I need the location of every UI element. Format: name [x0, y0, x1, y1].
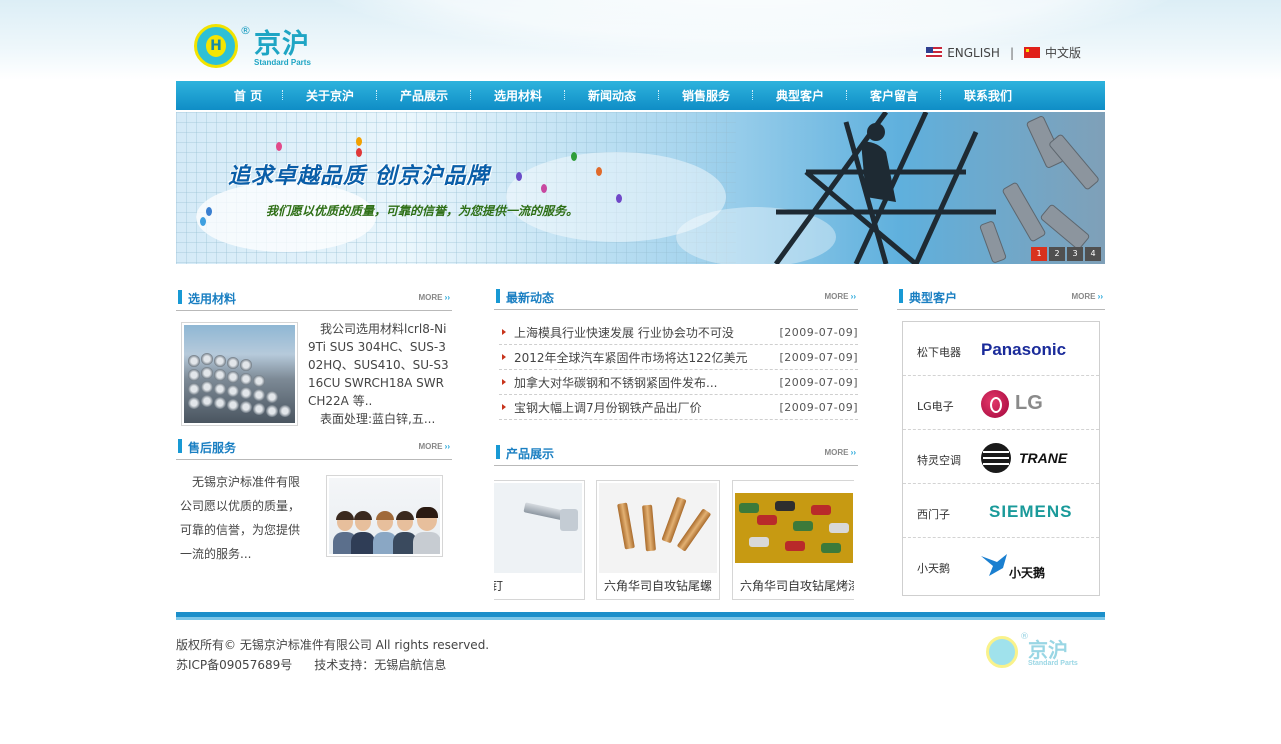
bullet-arrow-icon: [502, 404, 506, 410]
bullet-arrow-icon: [502, 379, 506, 385]
materials-more-link[interactable]: MORE ››: [418, 293, 450, 302]
footer-support: 技术支持：无锡启航信息: [314, 658, 447, 672]
cn-flag-icon: [1023, 47, 1040, 58]
slide-2-button[interactable]: 2: [1049, 247, 1065, 261]
lg-logo-icon: [981, 390, 1009, 418]
tower-worker-image: [773, 112, 1099, 264]
materials-description: 我公司选用材料lcrl8-Ni9Ti SUS 304HC、SUS-302HQ、S…: [308, 322, 449, 426]
slide-1-button[interactable]: 1: [1031, 247, 1047, 261]
materials-title: 选用材料: [188, 292, 237, 306]
nav-materials[interactable]: 选用材料: [471, 87, 565, 104]
site-logo[interactable]: H ® 京沪 Standard Parts: [194, 22, 334, 72]
service-team-image[interactable]: [326, 475, 443, 557]
siemens-logo: SIEMENS: [989, 502, 1073, 521]
us-flag-icon: [926, 47, 943, 58]
materials-image[interactable]: [181, 322, 298, 426]
logo-text-cn: 京沪: [254, 29, 310, 60]
page: H ® 京沪 Standard Parts ENGLISH | 中文版 首 页 …: [0, 0, 1281, 744]
nav-contact[interactable]: 联系我们: [941, 87, 1035, 104]
logo-text-en: Standard Parts: [254, 58, 311, 67]
trane-logo-icon: [981, 443, 1011, 473]
nav-sales-service[interactable]: 销售服务: [659, 87, 753, 104]
client-item-littleswan[interactable]: 小天鹅 小天鹅: [903, 538, 1099, 592]
news-list: 上海模具行业快速发展 行业协会功不可没 [2009-07-09] 2012年全球汽…: [499, 320, 858, 420]
footer-divider: [176, 612, 1105, 620]
footer-copyright: 版权所有© 无锡京沪标准件有限公司 All rights reserved.: [176, 638, 490, 652]
logo-registered-mark: ®: [240, 24, 251, 37]
nav-home[interactable]: 首 页: [213, 87, 283, 104]
service-description: 无锡京沪标准件有限公司愿以优质的质量，可靠的信誉，为您提供一流的服务...: [180, 475, 301, 561]
slide-4-button[interactable]: 4: [1085, 247, 1101, 261]
nav-about[interactable]: 关于京沪: [283, 87, 377, 104]
products-more-link[interactable]: MORE ››: [824, 448, 856, 457]
bullet-arrow-icon: [502, 354, 506, 360]
nav-clients[interactable]: 典型客户: [753, 87, 847, 104]
footer-logo: ® 京沪 Standard Parts: [986, 632, 1086, 670]
products-carousel: 六角头带垫自钻钉 六角华司自攻钻尾螺 六角华司: [494, 480, 854, 600]
client-item-trane[interactable]: 特灵空调 TRANE: [903, 430, 1099, 484]
header-background: [0, 0, 1281, 80]
product-caption: 六角头带垫自钻钉: [494, 579, 504, 593]
news-item[interactable]: 宝钢大幅上调7月份钢铁产品出厂价 [2009-07-09]: [499, 395, 858, 420]
client-item-panasonic[interactable]: 松下电器 Panasonic: [903, 322, 1099, 376]
main-nav: 首 页 关于京沪 产品展示 选用材料 新闻动态 销售服务 典型客户 客户留言 联…: [176, 81, 1105, 110]
banner-subline: 我们愿以优质的质量，可靠的信誉，为您提供一流的服务。: [266, 204, 579, 218]
news-title: 最新动态: [506, 291, 555, 305]
service-title: 售后服务: [188, 441, 237, 455]
nav-guestbook[interactable]: 客户留言: [847, 87, 941, 104]
panasonic-logo: Panasonic: [981, 340, 1067, 359]
clients-header: 典型客户 MORE ››: [897, 288, 1105, 310]
lang-chinese-link[interactable]: 中文版: [1045, 44, 1081, 61]
product-caption: 六角华司自攻钻尾烤漆: [740, 579, 854, 593]
news-header: 最新动态 MORE ››: [494, 288, 858, 310]
clients-more-link[interactable]: MORE ››: [1071, 292, 1103, 301]
client-item-siemens[interactable]: 西门子 SIEMENS: [903, 484, 1099, 538]
product-card[interactable]: 六角华司自攻钻尾螺: [596, 480, 720, 600]
banner[interactable]: 追求卓越品质 创京沪品牌 我们愿以优质的质量，可靠的信誉，为您提供一流的服务。 …: [176, 112, 1105, 264]
little-swan-logo-icon: [981, 554, 1007, 576]
nav-news[interactable]: 新闻动态: [565, 87, 659, 104]
news-item[interactable]: 2012年全球汽车紧固件市场将达122亿美元 [2009-07-09]: [499, 345, 858, 370]
service-header: 售后服务 MORE ››: [176, 438, 452, 460]
news-item[interactable]: 上海模具行业快速发展 行业协会功不可没 [2009-07-09]: [499, 320, 858, 345]
client-item-lg[interactable]: LG电子 LG: [903, 376, 1099, 430]
product-card[interactable]: 六角头带垫自钻钉: [494, 480, 585, 600]
lg-logo: LG: [1015, 392, 1043, 414]
materials-header: 选用材料 MORE ››: [176, 289, 452, 311]
footer-icp-link[interactable]: 苏ICP备09057689号: [176, 658, 292, 672]
products-title: 产品展示: [506, 447, 555, 461]
clients-title: 典型客户: [909, 291, 958, 305]
bullet-arrow-icon: [502, 329, 506, 335]
product-card[interactable]: 六角华司自攻钻尾烤漆: [732, 480, 854, 600]
clients-list: 松下电器 Panasonic LG电子 LG 特灵空调 TRANE 西门子 SI…: [902, 321, 1100, 596]
news-more-link[interactable]: MORE ››: [824, 292, 856, 301]
little-swan-logo: 小天鹅: [1009, 566, 1046, 580]
footer-text: 版权所有© 无锡京沪标准件有限公司 All rights reserved. 苏…: [176, 635, 489, 675]
lang-separator: |: [1009, 45, 1014, 60]
language-switcher: ENGLISH | 中文版: [926, 44, 1081, 61]
banner-headline: 追求卓越品质 创京沪品牌: [228, 164, 490, 189]
products-header: 产品展示 MORE ››: [494, 444, 858, 466]
news-item[interactable]: 加拿大对华碳钢和不锈钢紧固件发布... [2009-07-09]: [499, 370, 858, 395]
lang-english-link[interactable]: ENGLISH: [947, 46, 1000, 60]
service-more-link[interactable]: MORE ››: [418, 442, 450, 451]
banner-slide-controls: 1 2 3 4: [1031, 247, 1101, 261]
slide-3-button[interactable]: 3: [1067, 247, 1083, 261]
logo-emblem: H: [194, 24, 238, 68]
trane-logo: TRANE: [1019, 450, 1068, 466]
nav-products[interactable]: 产品展示: [377, 87, 471, 104]
